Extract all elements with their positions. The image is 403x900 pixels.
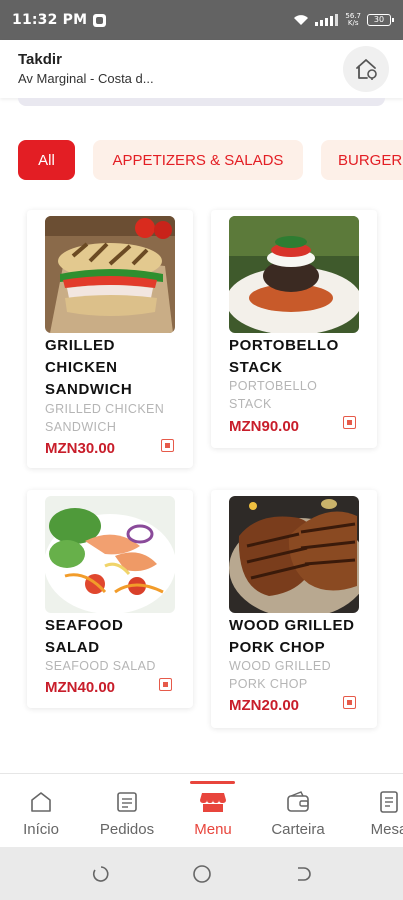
- nav-item-menu[interactable]: Menu: [188, 774, 238, 848]
- network-speed-unit: K/s: [347, 19, 359, 27]
- nav-label: Mesa: [370, 821, 403, 838]
- product-desc-line: PORTOBELLO: [229, 379, 318, 393]
- home-icon: [27, 788, 55, 816]
- wifi-icon: [294, 15, 309, 25]
- recent-apps-icon[interactable]: [91, 864, 111, 884]
- home-location-button[interactable]: [343, 46, 389, 92]
- nav-item-mesa[interactable]: Mesa: [364, 774, 403, 848]
- category-label: APPETIZERS & SALADS: [112, 151, 284, 169]
- home-location-icon: [356, 59, 377, 80]
- table-icon: [375, 788, 403, 816]
- product-image-portobello-stack: [229, 216, 359, 333]
- nav-label: Menu: [194, 821, 232, 838]
- product-price: MZN90.00: [229, 418, 300, 435]
- category-chip-all[interactable]: All: [18, 140, 75, 180]
- nav-item-inicio[interactable]: Início: [14, 774, 68, 848]
- battery-icon: 30: [367, 14, 394, 26]
- category-label: BURGERS: [338, 151, 403, 169]
- product-card[interactable]: GRILLED CHICKEN SANDWICH GRILLED CHICKEN…: [27, 210, 193, 468]
- product-title-line: PORK CHOP: [229, 639, 326, 656]
- nav-label: Início: [23, 821, 59, 838]
- menu-store-icon: [199, 788, 227, 816]
- category-label: All: [38, 151, 55, 169]
- product-image-seafood-salad: [45, 496, 175, 613]
- product-title-line: STACK: [229, 359, 283, 376]
- orders-icon: [113, 788, 141, 816]
- product-desc-line: PORK CHOP: [229, 677, 308, 691]
- product-price: MZN30.00: [45, 440, 116, 457]
- system-navigation-bar: [0, 847, 403, 900]
- product-card[interactable]: PORTOBELLO STACK PORTOBELLO STACK MZN90.…: [211, 210, 377, 448]
- product-title: GRILLED CHICKEN SANDWICH: [45, 335, 180, 401]
- nav-item-pedidos[interactable]: Pedidos: [96, 774, 158, 848]
- status-bar: 11:32 PM 56.7 K/s 30: [0, 0, 403, 40]
- home-circle-icon[interactable]: [192, 864, 212, 884]
- nav-item-carteira[interactable]: Carteira: [268, 774, 328, 848]
- add-to-cart-icon[interactable]: [343, 696, 356, 709]
- nav-label: Pedidos: [99, 821, 155, 838]
- category-chip-burgers[interactable]: BURGERS: [321, 140, 403, 180]
- product-image-wood-grilled-pork-chop: [229, 496, 359, 613]
- product-title: WOOD GRILLED PORK CHOP: [229, 615, 364, 659]
- product-title-line: SANDWICH: [45, 381, 133, 398]
- back-icon[interactable]: [292, 864, 312, 884]
- product-price: MZN20.00: [229, 697, 300, 714]
- add-to-cart-icon[interactable]: [161, 439, 174, 452]
- wallet-icon: [284, 788, 312, 816]
- active-tab-indicator: [190, 781, 235, 784]
- product-price: MZN40.00: [45, 679, 116, 696]
- category-chip-appetizers-salads[interactable]: APPETIZERS & SALADS: [93, 140, 303, 180]
- product-card[interactable]: SEAFOOD SALAD SEAFOOD SALAD MZN40.00: [27, 490, 193, 708]
- product-card[interactable]: WOOD GRILLED PORK CHOP WOOD GRILLED PORK…: [211, 490, 377, 728]
- status-icons: 56.7 K/s 30: [293, 13, 394, 27]
- product-desc-line: SEAFOOD SALAD: [45, 659, 156, 673]
- product-desc-line: GRILLED CHICKEN: [45, 402, 165, 416]
- add-to-cart-icon[interactable]: [159, 678, 172, 691]
- battery-level: 30: [373, 15, 385, 24]
- notification-app-icon: [93, 13, 107, 27]
- search-bar-edge: [18, 98, 385, 106]
- product-title: SEAFOOD SALAD: [45, 615, 180, 659]
- product-title-line: PORTOBELLO: [229, 337, 339, 354]
- restaurant-name: Takdir: [18, 51, 62, 68]
- product-title-line: SEAFOOD: [45, 617, 124, 634]
- product-desc-line: SANDWICH: [45, 420, 117, 434]
- product-description: PORTOBELLO STACK: [229, 377, 364, 413]
- product-image-grilled-chicken-sandwich: [45, 216, 175, 333]
- product-description: SEAFOOD SALAD: [45, 657, 180, 675]
- restaurant-address[interactable]: Av Marginal - Costa d...: [18, 71, 154, 86]
- product-title-line: CHICKEN: [45, 359, 118, 376]
- add-to-cart-icon[interactable]: [343, 416, 356, 429]
- product-title-line: SALAD: [45, 639, 100, 656]
- product-description: GRILLED CHICKEN SANDWICH: [45, 400, 180, 436]
- signal-icon: [315, 14, 339, 26]
- product-desc-line: STACK: [229, 397, 272, 411]
- network-speed: 56.7 K/s: [345, 13, 361, 27]
- bottom-navigation: Início Pedidos Menu Carteira Mesa: [0, 773, 403, 847]
- nav-label: Carteira: [271, 821, 325, 838]
- product-title-line: GRILLED: [45, 337, 116, 354]
- app-header: Takdir Av Marginal - Costa d...: [0, 40, 403, 98]
- product-title: PORTOBELLO STACK: [229, 335, 364, 379]
- product-desc-line: WOOD GRILLED: [229, 659, 332, 673]
- status-time: 11:32 PM: [12, 12, 88, 28]
- product-title-line: WOOD GRILLED: [229, 617, 355, 634]
- product-description: WOOD GRILLED PORK CHOP: [229, 657, 364, 693]
